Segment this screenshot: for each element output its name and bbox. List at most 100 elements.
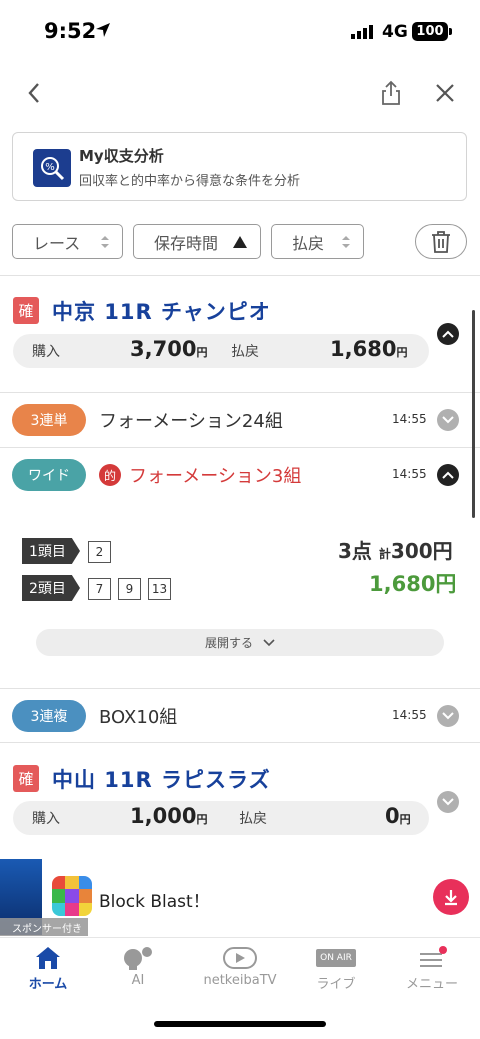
tab-live[interactable]: ON AIR ライブ: [288, 946, 384, 996]
battery-icon: 100: [412, 22, 448, 41]
expand-button[interactable]: 展開する: [36, 629, 444, 656]
bet-row[interactable]: 3連複 BOX10組 14:55: [0, 689, 480, 743]
chevron-down-icon: [263, 638, 275, 646]
tab-home[interactable]: ホーム: [0, 946, 96, 996]
points-count: 3点: [338, 539, 372, 563]
saved-time-filter-button[interactable]: 保存時間: [133, 224, 261, 259]
hit-badge: 的: [99, 464, 121, 486]
battery-level: 100: [416, 24, 444, 39]
status-bar: 9:52 4G 100: [0, 0, 480, 62]
close-icon[interactable]: [431, 79, 459, 107]
payout-unit: 円: [396, 346, 408, 359]
download-button[interactable]: [433, 879, 469, 915]
confirmed-badge: 確: [13, 297, 39, 324]
payout-label: 払戻: [231, 344, 259, 360]
analysis-title: My収支分析: [79, 147, 164, 165]
saved-time-filter-label: 保存時間: [154, 233, 219, 253]
bet-time: 14:55: [392, 467, 427, 481]
payout-amount: 0円: [385, 804, 411, 828]
tab-label: ホーム: [28, 977, 68, 992]
signal-icon: [351, 25, 373, 39]
confirmed-badge: 確: [13, 765, 39, 792]
download-icon: [445, 890, 457, 906]
tab-ai[interactable]: AI: [90, 946, 186, 996]
svg-text:%: %: [45, 162, 55, 173]
race-filter-button[interactable]: レース: [12, 224, 123, 259]
expand-toggle[interactable]: [437, 791, 459, 813]
trash-button[interactable]: [415, 224, 467, 259]
race-title[interactable]: 中山 11R ラピスラズ: [52, 764, 271, 794]
payout-label: 払戻: [239, 811, 267, 827]
tab-label: メニュー: [405, 977, 458, 992]
payout-filter-label: 払戻: [292, 233, 325, 253]
ai-icon: [124, 947, 152, 970]
expand-label: 展開する: [204, 636, 253, 650]
bet-name: フォーメーション3組: [129, 466, 302, 487]
return-amount: 1,680円: [369, 572, 457, 596]
horse-number: 2: [88, 541, 111, 563]
chevron-down-icon: [442, 798, 454, 806]
payout-amount: 1,680円: [330, 337, 407, 361]
location-arrow-icon: [96, 23, 110, 37]
chevron-up-icon: [442, 330, 454, 338]
purchase-value: 3,700: [130, 337, 197, 361]
collapse-toggle[interactable]: [437, 323, 459, 345]
menu-icon: [420, 946, 447, 967]
on-air-badge: ON AIR: [320, 953, 352, 963]
bet-row[interactable]: 3連単 フォーメーション24組 14:55: [0, 393, 480, 447]
home-icon: [36, 947, 60, 969]
live-icon: ON AIR: [316, 949, 356, 967]
expand-toggle[interactable]: [437, 705, 459, 727]
purchase-label: 購入: [32, 344, 60, 360]
chevron-down-icon: [442, 416, 454, 424]
tab-menu[interactable]: メニュー: [384, 946, 480, 996]
app-icon: [52, 876, 92, 916]
tab-label: ライブ: [316, 977, 356, 992]
home-indicator: [154, 1021, 326, 1027]
nav-bar: [0, 62, 480, 124]
race-title[interactable]: 中京 11R チャンピオ: [52, 296, 271, 326]
bet-row[interactable]: ワイド 的 フォーメーション3組 14:55: [0, 448, 480, 502]
back-icon[interactable]: [20, 79, 48, 107]
bet-name: フォーメーション24組: [99, 411, 283, 432]
status-time: 9:52: [44, 19, 97, 43]
tab-netkeibatv[interactable]: netkeibaTV: [192, 946, 288, 996]
tv-icon: [223, 947, 257, 969]
payout-unit: 円: [399, 813, 411, 826]
sort-icon: [342, 236, 350, 248]
horse-number: 7: [88, 578, 111, 600]
total-prefix: 計: [378, 547, 391, 561]
bet-points: 3点 計300円: [338, 535, 453, 564]
purchase-label: 購入: [32, 811, 60, 827]
analysis-card[interactable]: % My収支分析 回収率と的中率から得意な条件を分析: [12, 132, 467, 201]
purchase-amount: 3,700円: [130, 337, 207, 361]
bet-time: 14:55: [392, 412, 427, 426]
bet-name: BOX10組: [99, 707, 178, 728]
analysis-subtitle: 回収率と的中率から得意な条件を分析: [79, 174, 301, 189]
bet-type-pill: ワイド: [12, 459, 86, 491]
purchase-unit: 円: [196, 813, 208, 826]
horse-number: 9: [118, 578, 141, 600]
payout-filter-button[interactable]: 払戻: [271, 224, 364, 259]
share-icon[interactable]: [377, 79, 405, 107]
sort-icon: [101, 236, 109, 248]
tab-label: AI: [131, 973, 145, 988]
bet-time: 14:55: [392, 708, 427, 722]
payout-value: 1,680: [330, 337, 397, 361]
bet-type-pill: 3連複: [12, 700, 86, 732]
trash-icon: [432, 230, 450, 253]
battery-tip: [449, 28, 452, 35]
expand-toggle[interactable]: [437, 409, 459, 431]
pay-summary: 購入 3,700円 払戻 1,680円: [13, 334, 429, 368]
payout-value: 0: [385, 804, 400, 828]
purchase-unit: 円: [196, 346, 208, 359]
scrollbar[interactable]: [472, 310, 475, 518]
purchase-amount: 1,000円: [130, 804, 207, 828]
tab-label: netkeibaTV: [203, 973, 277, 988]
race-filter-label: レース: [33, 233, 81, 253]
purchase-value: 1,000: [130, 804, 197, 828]
sort-asc-icon: [233, 236, 247, 248]
collapse-toggle[interactable]: [437, 464, 459, 486]
chevron-down-icon: [442, 712, 454, 720]
sponsor-ad[interactable]: スポンサー付き Block Blast！: [0, 857, 480, 937]
